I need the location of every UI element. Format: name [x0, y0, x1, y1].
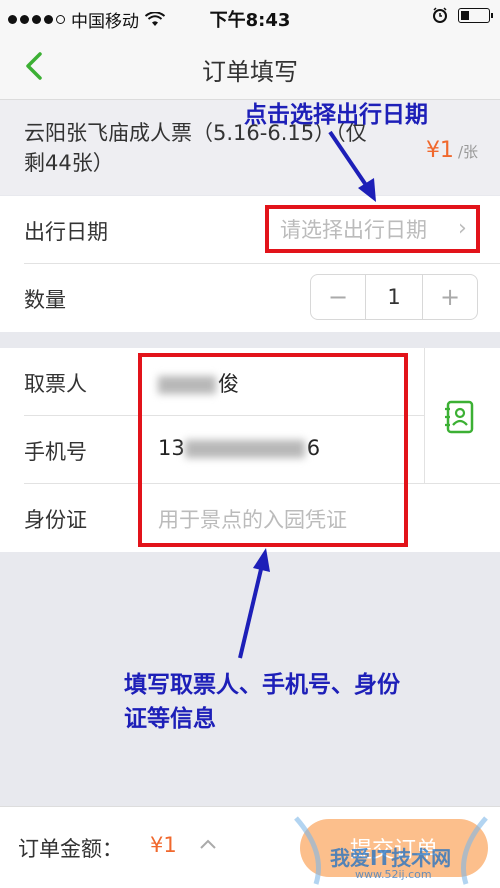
battery-icon	[458, 7, 493, 23]
blurred-text	[184, 440, 305, 458]
date-picker[interactable]: 请选择出行日期	[280, 214, 427, 244]
quantity-value[interactable]: 1	[365, 275, 423, 319]
watermark-text: 我爱IT技术网	[330, 846, 452, 870]
chevron-up-icon[interactable]	[198, 837, 218, 851]
id-input[interactable]: 用于景点的入园凭证	[158, 504, 347, 534]
status-right	[432, 7, 493, 23]
order-total-label: 订单金额：	[18, 837, 123, 861]
id-label: 身份证	[24, 508, 87, 532]
phone-row: 手机号 13 6	[0, 416, 500, 484]
increment-button[interactable]: +	[423, 275, 477, 319]
annotation-bottom: 填写取票人、手机号、身份证等信息	[124, 672, 400, 732]
blurred-text	[158, 376, 216, 394]
date-label: 出行日期	[24, 220, 108, 244]
ticket-holder-value: 俊	[218, 372, 239, 396]
ticket-holder-label: 取票人	[24, 372, 87, 396]
ticket-price-unit: /张	[457, 143, 478, 161]
page-title: 订单填写	[202, 58, 298, 86]
order-total-value: ¥1	[150, 833, 177, 857]
chevron-right-icon: ›	[458, 216, 467, 241]
contact-info-group: 取票人 俊 手机号 13 6 身份证 用于景点的入园凭证	[0, 348, 500, 552]
ticket-holder-row: 取票人 俊	[0, 348, 500, 416]
quantity-stepper[interactable]: − 1 +	[310, 274, 478, 320]
id-row: 身份证 用于景点的入园凭证	[0, 484, 500, 552]
contacts-button[interactable]	[444, 400, 474, 434]
status-bar: 中国移动 下午8:43	[0, 0, 500, 34]
ticket-holder-input[interactable]: 俊	[158, 368, 239, 398]
alarm-icon	[433, 7, 447, 23]
phone-label: 手机号	[24, 440, 87, 464]
phone-suffix: 6	[306, 436, 321, 460]
quantity-row: 数量 − 1 +	[0, 264, 500, 332]
phone-prefix: 13	[158, 436, 185, 460]
annotation-top: 点击选择出行日期	[244, 102, 428, 128]
ticket-price-value: ¥1	[425, 138, 454, 163]
order-options-group: 出行日期 请选择出行日期 › 数量 − 1 +	[0, 196, 500, 332]
nav-bar: 订单填写	[0, 34, 500, 100]
date-row[interactable]: 出行日期 请选择出行日期 ›	[0, 196, 500, 264]
decrement-button[interactable]: −	[311, 275, 365, 319]
ticket-price: ¥1/张	[426, 138, 478, 163]
vertical-divider	[424, 348, 425, 484]
quantity-label: 数量	[24, 288, 66, 312]
phone-input[interactable]: 13 6	[158, 436, 320, 460]
contact-book-icon	[445, 400, 474, 434]
status-time: 下午8:43	[209, 10, 291, 31]
watermark-url: www.52ij.com	[355, 868, 432, 881]
